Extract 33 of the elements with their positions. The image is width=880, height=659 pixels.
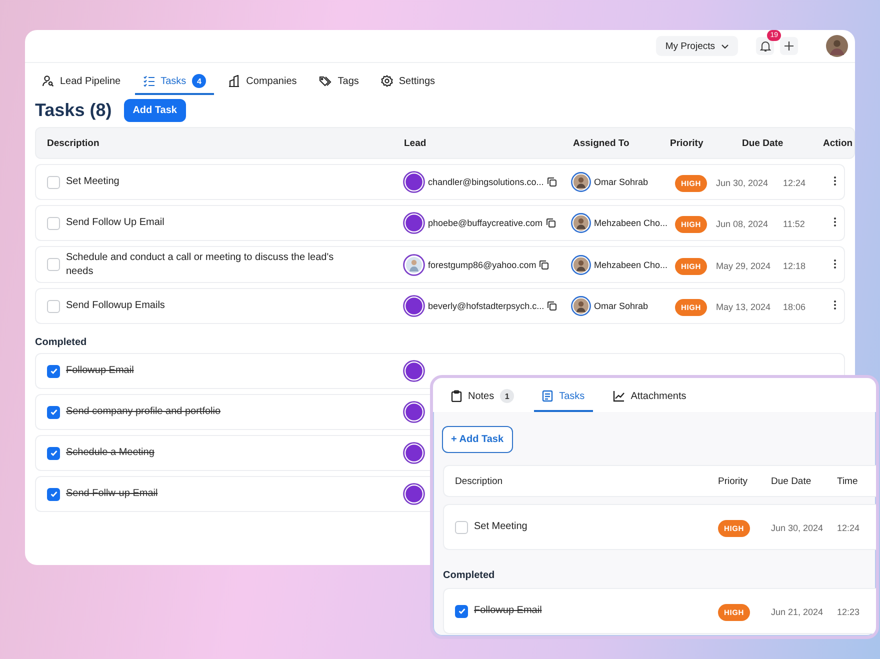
task-description: Followup Email [474, 604, 542, 618]
due-date: Jun 30, 2024 [771, 523, 824, 533]
task-description: Schedule and conduct a call or meeting to discuss the lead's needs [66, 251, 335, 278]
table-header: Description Priority Due Date Time [443, 465, 876, 497]
due-time: 12:23 [837, 607, 860, 617]
due-date: May 29, 2024 [716, 260, 771, 270]
due-date: Jun 30, 2024 [716, 178, 768, 188]
task-description: Send company profile and portfolio [66, 405, 221, 419]
due-date: May 13, 2024 [716, 302, 771, 312]
assignee-name: Omar Sohrab [594, 177, 648, 187]
task-description: Send Follw-up Email [66, 487, 158, 501]
count-badge: 1 [500, 389, 514, 403]
task-description: Followup Email [66, 364, 134, 378]
table-header: Description Lead Assigned To Priority Due Date Action [35, 127, 855, 159]
task-description: Schedule a Meeting [66, 446, 154, 460]
due-date: Jun 08, 2024 [716, 219, 768, 229]
section-heading: Completed [35, 337, 88, 348]
due-time: 12:24 [783, 178, 806, 188]
task-description: Send Follow Up Email [66, 216, 164, 230]
assignee-name: Mehzabeen Cho... [594, 260, 668, 270]
page-title: Tasks (8) [35, 100, 112, 121]
due-time: 11:52 [783, 219, 805, 229]
task-description: Set Meeting [66, 175, 120, 189]
due-date: Jun 21, 2024 [771, 607, 824, 617]
task-description: Set Meeting [474, 520, 528, 534]
section-heading: Completed [443, 570, 496, 581]
due-time: 12:24 [837, 523, 860, 533]
count-badge: 4 [192, 74, 206, 88]
due-time: 12:18 [783, 260, 806, 270]
assignee-name: Mehzabeen Cho... [594, 218, 668, 228]
task-description: Send Followup Emails [66, 299, 165, 313]
due-time: 18:06 [783, 302, 806, 312]
assignee-name: Omar Sohrab [594, 301, 648, 311]
